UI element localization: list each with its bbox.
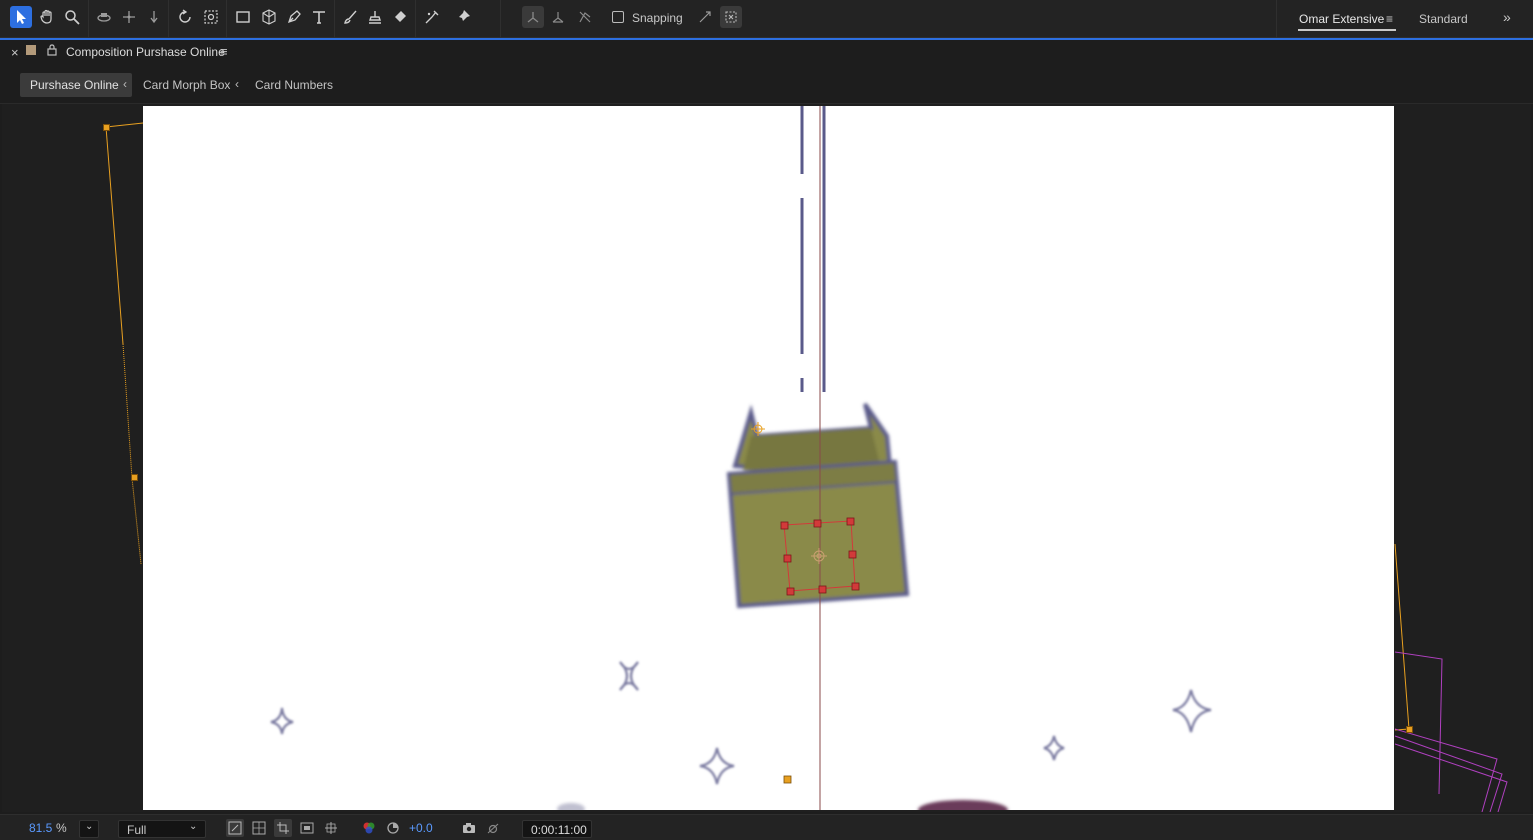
reset-exposure-icon[interactable] <box>384 819 402 837</box>
panel-title: Composition Purshase Online <box>66 45 225 59</box>
main-toolbar: Snapping Omar Extensive ≡ Standard » <box>0 0 1533 38</box>
world-axis-icon[interactable] <box>547 6 569 28</box>
type-icon[interactable] <box>308 6 330 28</box>
snap-features-icon[interactable] <box>720 6 742 28</box>
layer-corner-handle[interactable] <box>1406 726 1413 733</box>
snapping-label: Snapping <box>632 11 683 25</box>
show-snapshot-icon[interactable] <box>484 819 502 837</box>
orbit-camera-icon[interactable] <box>93 6 115 28</box>
brush-icon[interactable] <box>339 6 361 28</box>
color-channels-icon[interactable] <box>360 819 378 837</box>
rotation-icon[interactable] <box>174 6 196 28</box>
region-of-interest-icon[interactable] <box>274 819 292 837</box>
extrude-cube-icon[interactable] <box>258 6 280 28</box>
mask-visibility-icon[interactable] <box>298 819 316 837</box>
pen-icon[interactable] <box>283 6 305 28</box>
selection-tool-icon[interactable] <box>10 6 32 28</box>
exposure-value[interactable]: +0.0 <box>409 821 433 835</box>
chevron-left-icon: ‹ <box>123 77 127 91</box>
zoom-unit: % <box>56 821 67 835</box>
hand-tool-icon[interactable] <box>36 6 58 28</box>
workspace-standard[interactable]: Standard <box>1419 12 1468 26</box>
zoom-dropdown[interactable]: ⌄ <box>79 820 99 838</box>
zoom-value[interactable]: 81.5 <box>29 821 52 835</box>
close-panel-icon[interactable]: × <box>11 45 19 60</box>
zoom-tool-icon[interactable] <box>61 6 83 28</box>
resolution-value: Full <box>127 823 147 837</box>
viewer-status-bar: 81.5 % ⌄ Full ⌄ +0.0 0:00:11:00 <box>0 814 1533 840</box>
puppet-pin-icon[interactable] <box>452 6 474 28</box>
current-time-field[interactable]: 0:00:11:00 <box>522 820 592 838</box>
chevron-down-icon: ⌄ <box>189 821 198 832</box>
composition-panel-header: × Composition Purshase Online ≡ <box>0 40 1533 64</box>
snapshot-camera-icon[interactable] <box>460 819 478 837</box>
box-shape <box>726 402 910 609</box>
pan-behind-icon[interactable] <box>200 6 222 28</box>
dolly-camera-icon[interactable] <box>143 6 165 28</box>
clone-stamp-icon[interactable] <box>364 6 386 28</box>
layer-edge-handle[interactable] <box>131 474 138 481</box>
composition-viewer[interactable] <box>2 104 1531 812</box>
chevron-down-icon: ⌄ <box>85 821 94 832</box>
lock-icon[interactable] <box>47 44 57 56</box>
rectangle-icon[interactable] <box>232 6 254 28</box>
resolution-dropdown[interactable]: Full ⌄ <box>118 820 206 838</box>
local-axis-icon[interactable] <box>522 6 544 28</box>
roto-brush-icon[interactable] <box>421 6 443 28</box>
workspace-active-indicator <box>1298 29 1396 31</box>
breadcrumb-card-morph-box[interactable]: Card Morph Box <box>133 73 240 97</box>
composition-color-swatch <box>26 45 36 55</box>
workspace-menu-icon[interactable]: ≡ <box>1386 12 1393 26</box>
view-axis-icon[interactable] <box>574 6 596 28</box>
pan-camera-icon[interactable] <box>118 6 140 28</box>
composition-breadcrumb: Purshase Online ‹ Card Morph Box ‹ Card … <box>0 64 1533 104</box>
layer-corner-handle[interactable] <box>103 124 110 131</box>
workspaces-overflow-icon[interactable]: » <box>1503 9 1511 25</box>
snapping-checkbox[interactable] <box>612 11 624 23</box>
breadcrumb-card-numbers[interactable]: Card Numbers <box>245 73 343 97</box>
timecode: 0:00:11:00 <box>531 823 587 837</box>
breadcrumb-purshase-online[interactable]: Purshase Online <box>20 73 132 97</box>
chevron-left-icon: ‹ <box>235 77 239 91</box>
panel-menu-icon[interactable]: ≡ <box>220 44 228 59</box>
fast-previews-icon[interactable] <box>226 819 244 837</box>
snap-options-icon[interactable] <box>694 6 716 28</box>
sparkles <box>270 661 1212 785</box>
eraser-icon[interactable] <box>389 6 411 28</box>
canvas-artwork <box>270 106 1212 812</box>
composition-canvas[interactable] <box>143 106 1394 812</box>
transparency-grid-icon[interactable] <box>250 819 268 837</box>
guides-grid-icon[interactable] <box>322 819 340 837</box>
workspace-omar-extensive[interactable]: Omar Extensive <box>1299 12 1384 26</box>
